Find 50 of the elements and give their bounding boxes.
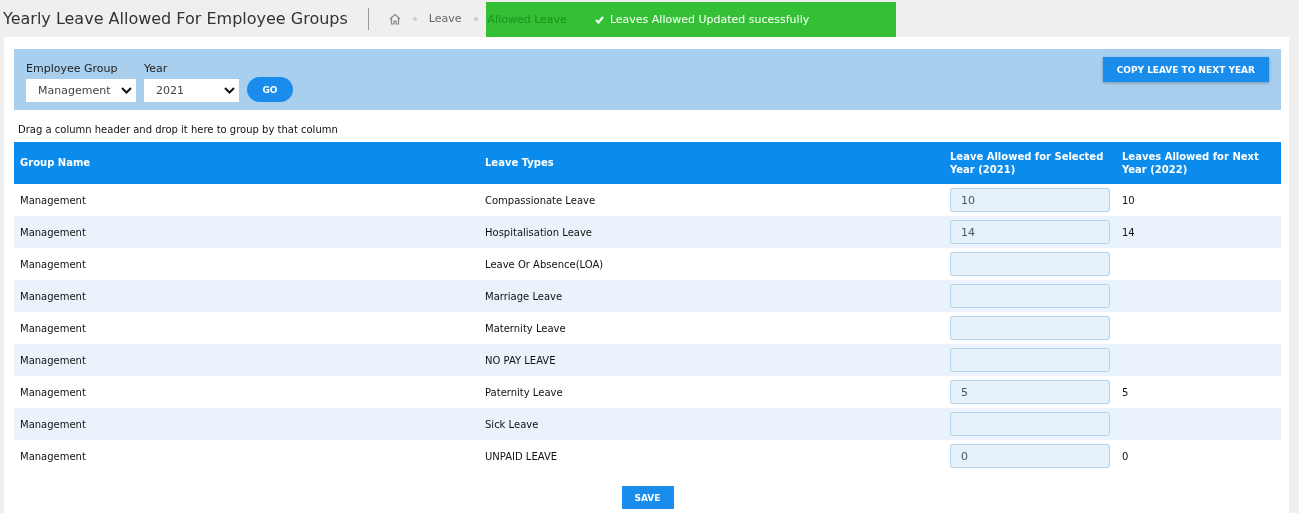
toast-message: Leaves Allowed Updated sucessfully: [609, 13, 810, 26]
year-select[interactable]: 2021: [144, 79, 239, 102]
chevron-down-icon: [224, 86, 235, 95]
input-field[interactable]: [950, 252, 1110, 276]
table-cell: Compassionate Leave: [485, 194, 596, 206]
table-cell: Maternity Leave: [485, 322, 566, 334]
chevron-down-icon: [121, 86, 132, 95]
go-button[interactable]: GO: [247, 77, 293, 102]
input-field[interactable]: [950, 284, 1110, 308]
breadcrumb-link[interactable]: Leave: [428, 12, 462, 25]
input-field[interactable]: [950, 412, 1110, 436]
table-cell: 10: [1122, 194, 1135, 206]
column-header[interactable]: Leave Allowed for Selected Year (2021): [944, 142, 1116, 184]
input-field[interactable]: 5: [950, 380, 1110, 404]
field-label: Year: [144, 62, 169, 75]
column-header[interactable]: Leave Types: [479, 142, 944, 184]
table-cell: Management: [20, 450, 86, 462]
input-field[interactable]: 10: [950, 188, 1110, 212]
group-select[interactable]: Management: [26, 79, 136, 102]
group-by-hint: Drag a column header and drop it here to group by that column: [17, 123, 339, 137]
table-cell: NO PAY LEAVE: [485, 354, 556, 366]
column-header[interactable]: Group Name: [14, 142, 479, 184]
page-title: Yearly Leave Allowed For Employee Groups: [3, 9, 348, 28]
table-cell: Management: [20, 418, 86, 430]
input-field[interactable]: [950, 316, 1110, 340]
table-cell: Marriage Leave: [485, 290, 563, 302]
table-cell: Management: [20, 194, 86, 206]
table-cell: 14: [1122, 226, 1135, 238]
table-cell: Leave Or Absence(LOA): [485, 258, 604, 270]
input-field[interactable]: [950, 348, 1110, 372]
table-cell: Management: [20, 226, 86, 238]
save-button[interactable]: SAVE: [621, 486, 674, 509]
table-cell: Management: [20, 386, 86, 398]
table-cell: UNPAID LEAVE: [485, 450, 558, 462]
table-cell: Hospitalisation Leave: [485, 226, 592, 238]
field-label: Employee Group: [26, 62, 119, 75]
table-cell: Management: [20, 258, 86, 270]
home-icon[interactable]: [388, 12, 401, 25]
copy-leave-button[interactable]: COPY LEAVE TO NEXT YEAR: [1102, 57, 1269, 82]
table-cell: Paternity Leave: [485, 386, 563, 398]
checkmark-icon: [594, 15, 604, 24]
table-cell: Management: [20, 290, 86, 302]
table-cell: Management: [20, 322, 86, 334]
input-field[interactable]: 14: [950, 220, 1110, 244]
table-cell: Management: [20, 354, 86, 366]
table-cell: Sick Leave: [485, 418, 539, 430]
column-header[interactable]: Leaves Allowed for Next Year (2022): [1116, 142, 1281, 184]
table-cell: 5: [1122, 386, 1129, 398]
input-field[interactable]: 0: [950, 444, 1110, 468]
table-cell: 0: [1122, 450, 1129, 462]
